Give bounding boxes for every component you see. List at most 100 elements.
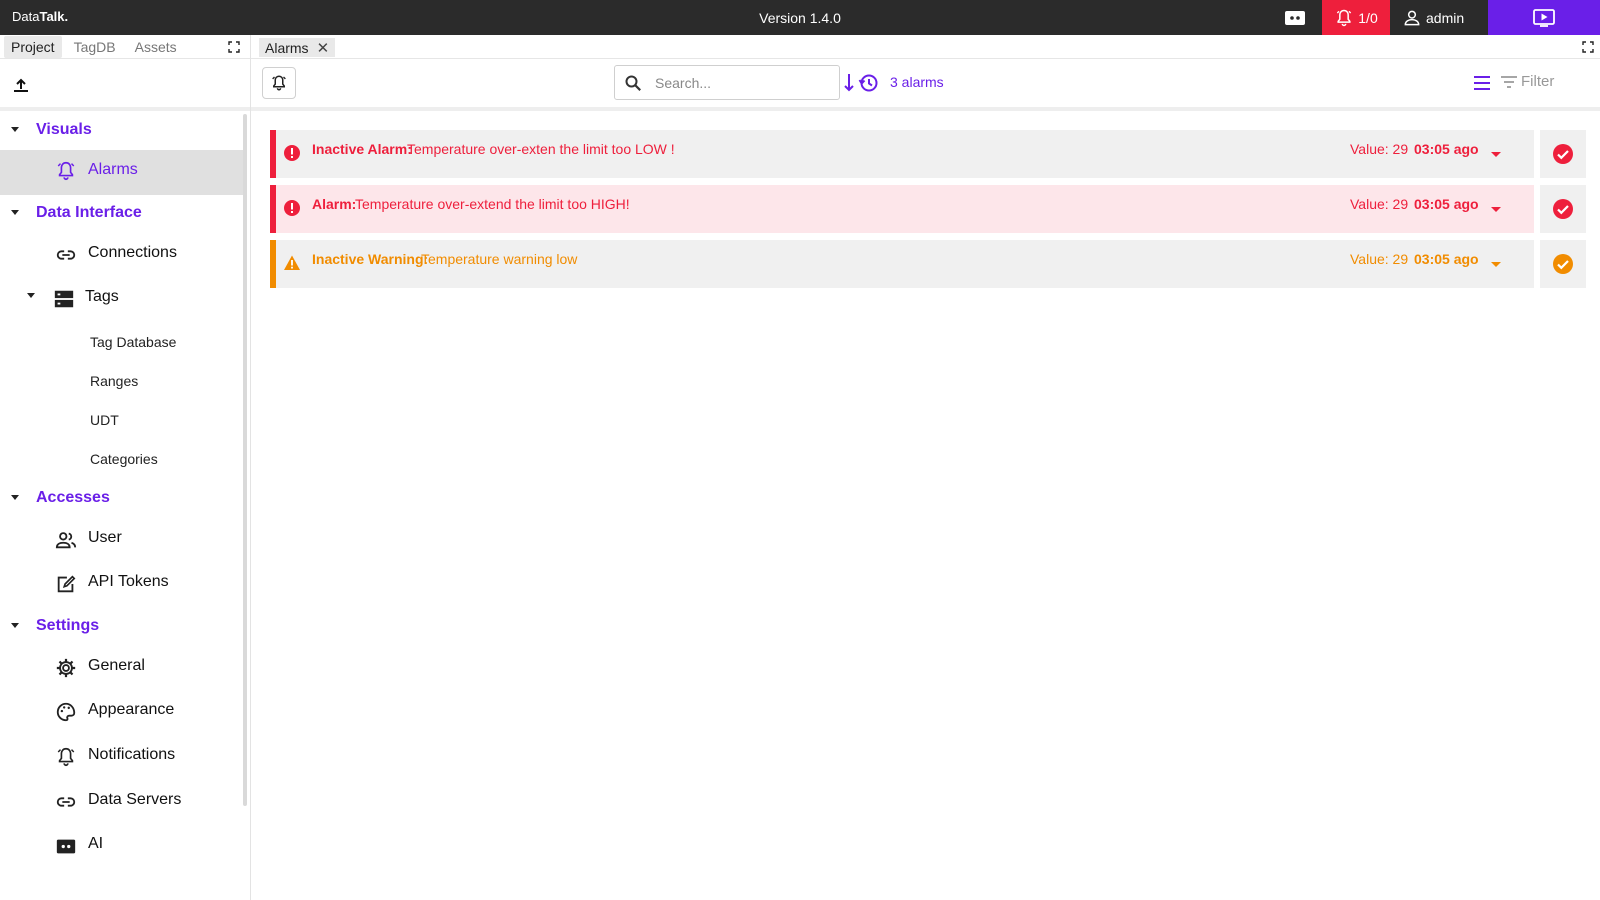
alarm-value: Value: 29: [1350, 196, 1409, 212]
check-circle-icon: [1553, 144, 1573, 164]
tab-tagdb[interactable]: TagDB: [67, 36, 123, 58]
upload-icon[interactable]: [12, 76, 30, 94]
nav-item-categories[interactable]: Categories: [0, 442, 243, 478]
nav-item-api-tokens[interactable]: API Tokens: [0, 561, 243, 605]
tab-alarms[interactable]: Alarms ✕: [259, 38, 336, 57]
nav-item-label: Connections: [88, 244, 177, 261]
section-settings[interactable]: Settings: [36, 617, 99, 635]
chat-button[interactable]: [1282, 8, 1308, 28]
nav-item-user[interactable]: User: [0, 517, 243, 561]
alarm-type: Inactive Warning:: [312, 251, 429, 267]
check-circle-icon: [1553, 254, 1573, 274]
search-input[interactable]: [655, 72, 830, 94]
expand-icon[interactable]: [1491, 152, 1501, 157]
run-view-button[interactable]: [1488, 0, 1600, 35]
nav-item-ai[interactable]: AI: [0, 823, 243, 867]
error-icon: [284, 145, 300, 161]
nav-item-label: Alarms: [88, 161, 138, 178]
nav-item-label: Notifications: [88, 746, 176, 763]
close-icon[interactable]: ✕: [317, 39, 330, 57]
link-icon: [56, 250, 76, 260]
alarm-time-ago: 03:05 ago: [1414, 141, 1479, 157]
expand-main-icon[interactable]: [1582, 41, 1594, 53]
alarm-bell-icon: [1337, 9, 1352, 26]
alarm-message: Temperature over-exten the limit too LOW…: [407, 141, 675, 157]
nav-item-label: AI: [88, 835, 104, 852]
error-icon: [284, 200, 300, 216]
users-icon: [55, 532, 77, 549]
play-screen-icon: [1533, 8, 1555, 27]
sort-history-icon[interactable]: [843, 72, 883, 94]
nav-item-udt[interactable]: UDT: [0, 403, 243, 439]
nav-item-appearance[interactable]: Appearance: [0, 689, 243, 733]
alarm-count: 1/0: [1358, 9, 1378, 26]
warning-icon: [284, 255, 300, 270]
expand-icon[interactable]: [1491, 262, 1501, 267]
section-visuals[interactable]: Visuals: [36, 121, 92, 139]
nav-item-label: General: [88, 657, 145, 674]
alarm-type: Alarm:: [312, 196, 357, 212]
alarm-bell-icon: [57, 747, 75, 767]
expand-left-icon[interactable]: [228, 41, 240, 53]
alarm-count-label: 3 alarms: [890, 74, 944, 90]
alarm-search: [614, 65, 840, 100]
alarm-status-button[interactable]: 1/0: [1322, 0, 1390, 35]
nav-item-data-servers[interactable]: Data Servers: [0, 779, 243, 823]
tab-label: Alarms: [265, 39, 309, 56]
acknowledge-button[interactable]: [1540, 130, 1586, 178]
alarm-bell-icon: [272, 75, 286, 91]
expand-icon[interactable]: [1491, 207, 1501, 212]
acknowledge-button[interactable]: [1540, 240, 1586, 288]
user-name: admin: [1426, 9, 1465, 26]
alarm-time-ago: 03:05 ago: [1414, 196, 1479, 212]
alarm-message: Temperature warning low: [421, 251, 578, 267]
nav-item-connections[interactable]: Connections: [0, 232, 243, 276]
nav-item-label: Appearance: [88, 701, 175, 718]
search-icon: [625, 75, 641, 91]
storage-icon: [54, 290, 74, 308]
nav-subitem-label: Tag Database: [90, 334, 177, 350]
alarm-row[interactable]: Inactive Alarm: Temperature over-exten t…: [270, 130, 1534, 178]
user-icon: [1404, 10, 1420, 25]
palette-icon: [56, 702, 76, 722]
nav-item-tag-database[interactable]: Tag Database: [0, 325, 243, 361]
section-data-interface[interactable]: Data Interface: [36, 204, 142, 222]
left-panel-scrollbar[interactable]: [243, 114, 247, 806]
link-icon: [56, 797, 76, 807]
nav-item-ranges[interactable]: Ranges: [0, 364, 243, 400]
filter-icon: [1501, 75, 1517, 88]
settings-caret-icon[interactable]: [11, 623, 19, 628]
nav-subitem-label: Ranges: [90, 373, 139, 389]
nav-item-alarms[interactable]: Alarms: [0, 150, 243, 195]
nav-item-label: API Tokens: [88, 573, 169, 590]
token-icon: [57, 575, 76, 593]
acknowledge-button[interactable]: [1540, 185, 1586, 233]
toolbar-divider: [251, 107, 1600, 111]
check-circle-icon: [1553, 199, 1573, 219]
alarm-row[interactable]: Alarm: Temperature over-extend the limit…: [270, 185, 1534, 233]
tab-assets[interactable]: Assets: [128, 36, 184, 58]
accesses-caret-icon[interactable]: [11, 495, 19, 500]
menu-icon[interactable]: [1472, 73, 1492, 93]
nav-item-general[interactable]: General: [0, 645, 243, 689]
user-menu-button[interactable]: admin: [1402, 0, 1484, 35]
top-bar: DataTalk. Version 1.4.0 1/0 admin: [0, 0, 1600, 35]
filter-button[interactable]: Filter: [1500, 73, 1554, 90]
section-accesses[interactable]: Accesses: [36, 489, 110, 507]
app-logo: DataTalk.: [12, 9, 69, 24]
filter-label: Filter: [1521, 73, 1555, 90]
acknowledge-all-button[interactable]: [262, 67, 296, 99]
editor-tabs: Alarms ✕: [251, 35, 1600, 59]
alarm-time-ago: 03:05 ago: [1414, 251, 1479, 267]
tab-project[interactable]: Project: [4, 35, 62, 58]
data-interface-caret-icon[interactable]: [11, 210, 19, 215]
alarm-row[interactable]: Inactive Warning: Temperature warning lo…: [270, 240, 1534, 288]
nav-item-label: Data Servers: [88, 791, 182, 808]
visuals-caret-icon[interactable]: [11, 127, 19, 132]
alarm-type: Inactive Alarm:: [312, 141, 412, 157]
nav-item-notifications[interactable]: Notifications: [0, 734, 243, 778]
nav-subitem-label: UDT: [90, 412, 119, 428]
nav-subitem-label: Categories: [90, 451, 158, 467]
nav-item-tags[interactable]: Tags: [0, 276, 243, 320]
alarm-value: Value: 29: [1350, 251, 1409, 267]
